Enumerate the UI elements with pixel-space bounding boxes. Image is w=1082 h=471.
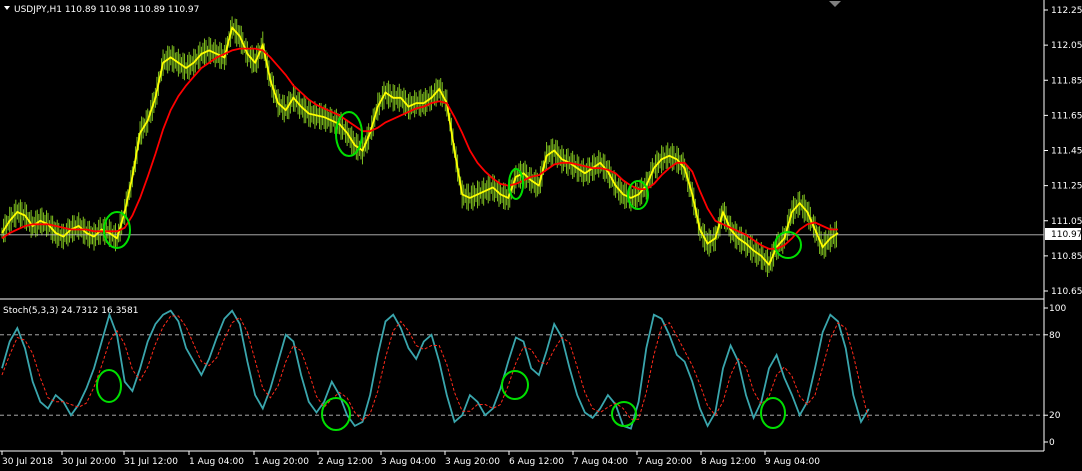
time-tick-label: 3 Aug 20:00 — [445, 457, 500, 467]
time-tick-label: 30 Jul 20:00 — [62, 457, 116, 467]
stoch-signal-marker — [501, 370, 529, 400]
time-tick-label: 7 Aug 04:00 — [573, 457, 628, 467]
chart-canvas: USDJPY,H1 110.89 110.98 110.89 110.97 St… — [0, 0, 1082, 467]
time-tick-label: 1 Aug 20:00 — [254, 457, 309, 467]
time-tick-label: 9 Aug 04:00 — [765, 457, 820, 467]
stoch-tick-label: 20 — [1049, 411, 1061, 421]
fast-ma-line — [1, 25, 839, 267]
stoch-signal-marker — [760, 397, 786, 429]
time-tick-label: 2 Aug 12:00 — [318, 457, 373, 467]
time-tick-label: 7 Aug 20:00 — [637, 457, 692, 467]
price-tick-label: 112.25 — [1051, 6, 1082, 16]
panel-menu-icon[interactable] — [4, 6, 10, 10]
stoch-main-line — [1, 309, 870, 430]
price-tick-label: 111.45 — [1051, 147, 1082, 157]
stoch-tick-label: 80 — [1049, 331, 1061, 341]
time-tick-label: 6 Aug 12:00 — [509, 457, 564, 467]
time-tick-label: 1 Aug 04:00 — [189, 457, 244, 467]
time-tick-label: 3 Aug 04:00 — [381, 457, 436, 467]
price-tick-label: 110.85 — [1051, 252, 1082, 262]
price-bars — [1, 16, 837, 277]
price-tick-label: 111.85 — [1051, 76, 1082, 86]
current-price-label: 110.97 — [1051, 230, 1082, 240]
symbol-header: USDJPY,H1 110.89 110.98 110.89 110.97 — [14, 5, 199, 15]
price-tick-label: 111.65 — [1051, 111, 1082, 121]
stoch-tick-label: 100 — [1049, 304, 1066, 314]
stoch-signal-marker — [96, 369, 122, 403]
price-tick-label: 111.25 — [1051, 182, 1082, 192]
time-tick-label: 31 Jul 12:00 — [124, 457, 178, 467]
price-tick-label: 110.65 — [1051, 287, 1082, 297]
stoch-signal-line — [1, 315, 870, 422]
time-tick-label: 30 Jul 2018 — [2, 457, 53, 467]
price-tick-label: 111.05 — [1051, 217, 1082, 227]
shift-marker-icon[interactable] — [829, 1, 841, 7]
stoch-tick-label: 0 — [1049, 438, 1055, 448]
price-tick-label: 112.05 — [1051, 41, 1082, 51]
stoch-header: Stoch(5,3,3) 24.7312 16.3581 — [3, 306, 138, 316]
time-tick-label: 8 Aug 12:00 — [701, 457, 756, 467]
stoch-signal-marker — [611, 401, 637, 427]
